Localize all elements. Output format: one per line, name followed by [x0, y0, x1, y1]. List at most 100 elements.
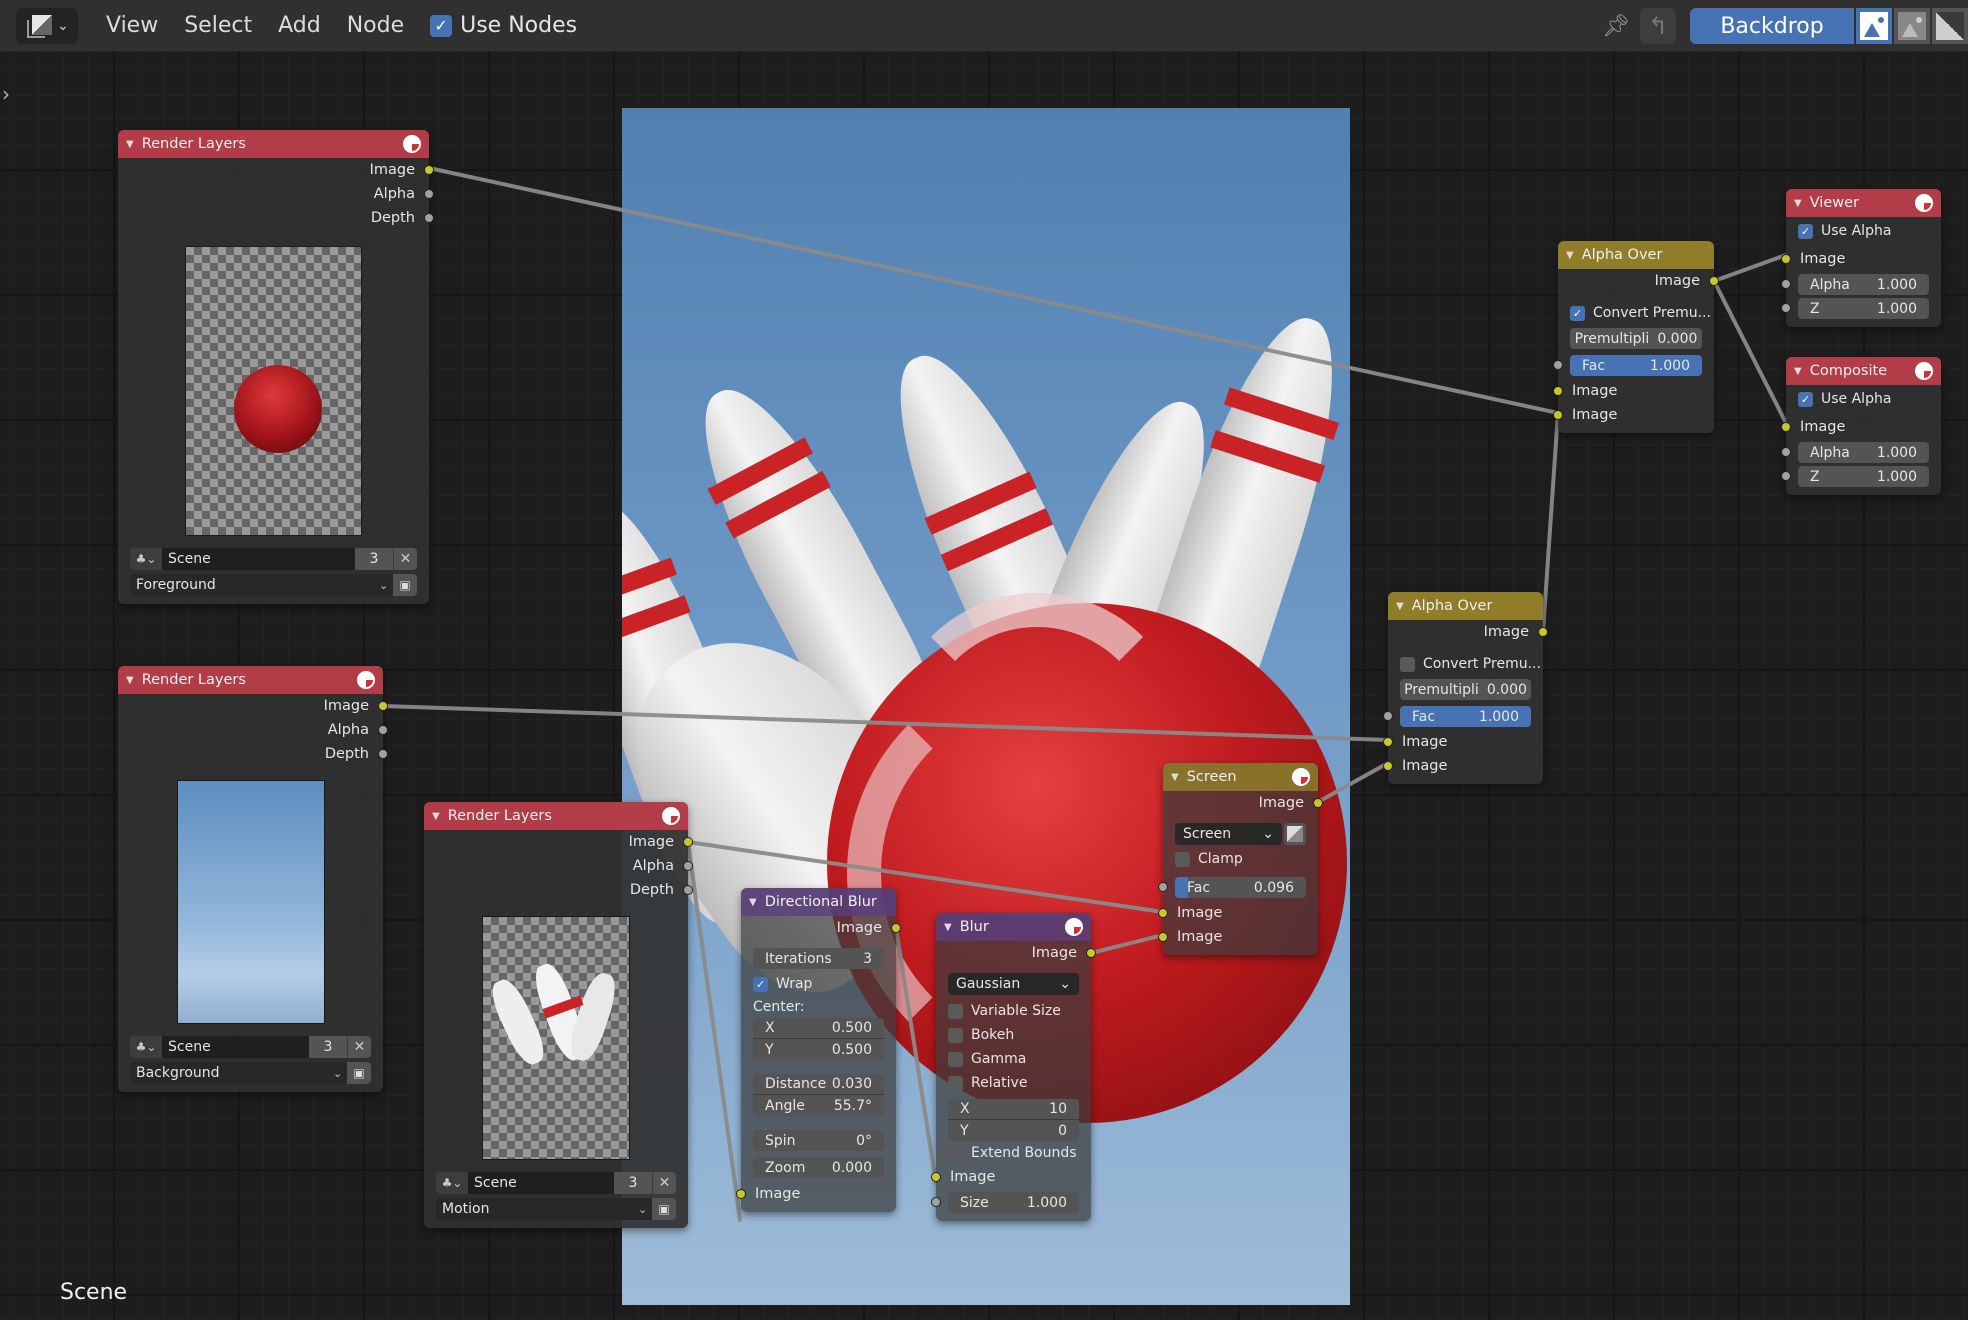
node-header[interactable]: ▼ Render Layers [118, 130, 429, 158]
socket-image[interactable] [1158, 908, 1168, 918]
socket-image[interactable] [1781, 254, 1791, 264]
premultiply-field[interactable]: Premultipli 0.000 [1400, 679, 1531, 700]
node-render-layers-motion[interactable]: ▼ Render Layers Image Alpha Depth ♣⌄ Sce… [424, 802, 693, 1228]
unlink-scene-icon[interactable]: ✕ [652, 1172, 676, 1194]
iterations-field[interactable]: Iterations 3 [753, 948, 884, 969]
socket-depth[interactable] [683, 885, 693, 895]
node-viewer[interactable]: ▼ Viewer ✓ Use Alpha Image Alpha 1.000 Z 1.… [1781, 189, 1941, 327]
premultiply-field[interactable]: Premultipli 0.000 [1570, 328, 1702, 349]
gamma-checkbox[interactable] [948, 1051, 963, 1067]
use-alpha-checkbox[interactable]: ✓ [1798, 223, 1813, 239]
relative-checkbox[interactable] [948, 1075, 963, 1091]
socket-image[interactable] [891, 923, 901, 933]
menu-select[interactable]: Select [184, 13, 252, 38]
spin-field[interactable]: Spin 0° [753, 1130, 884, 1151]
collapse-triangle-icon[interactable]: ▼ [1171, 772, 1179, 783]
preview-toggle-icon[interactable] [357, 671, 375, 689]
socket-image[interactable] [424, 165, 434, 175]
socket-image[interactable] [931, 1172, 941, 1182]
bokeh-row[interactable]: Bokeh [936, 1023, 1091, 1047]
socket-image[interactable] [378, 701, 388, 711]
collapse-triangle-icon[interactable]: ▼ [126, 675, 134, 686]
blend-mode-dropdown[interactable]: Screen ⌄ [1175, 823, 1282, 845]
scene-users[interactable]: 3 [309, 1036, 347, 1058]
collapse-triangle-icon[interactable]: ▼ [1566, 250, 1574, 261]
node-header[interactable]: ▼ Alpha Over [1558, 241, 1714, 269]
z-field[interactable]: Z 1.000 [1781, 298, 1929, 319]
use-nodes-toggle[interactable]: ✓ Use Nodes [430, 13, 577, 38]
node-alpha-over-lower[interactable]: ▼ Alpha Over Image Convert Premu... Prem… [1383, 592, 1548, 784]
relative-row[interactable]: Relative [936, 1071, 1091, 1095]
socket-depth[interactable] [378, 749, 388, 759]
scene-users[interactable]: 3 [614, 1172, 652, 1194]
zoom-field[interactable]: Zoom 0.000 [753, 1157, 884, 1178]
preview-toggle-icon[interactable] [1292, 768, 1310, 786]
socket-image[interactable] [1553, 410, 1563, 420]
node-header[interactable]: ▼ Blur [936, 913, 1091, 941]
collapse-triangle-icon[interactable]: ▼ [1794, 198, 1802, 209]
node-alpha-over-upper[interactable]: ▼ Alpha Over Image ✓ Convert Premu... Pre… [1553, 241, 1719, 433]
socket-image[interactable] [736, 1189, 746, 1199]
scene-name[interactable]: Scene [162, 548, 355, 570]
pin-icon[interactable]: 📌︎ [1598, 8, 1634, 44]
node-screen-mix[interactable]: ▼ Screen Image Screen ⌄ Clamp Fac 0.096 I… [1158, 763, 1323, 955]
alpha-field[interactable]: Alpha 1.000 [1781, 442, 1929, 463]
scene-name[interactable]: Scene [468, 1172, 614, 1194]
convert-premul-checkbox[interactable]: ✓ [1570, 305, 1585, 321]
node-header[interactable]: ▼ Render Layers [424, 802, 688, 830]
view-layer-selector[interactable]: Motion ⌄ ▣ [436, 1198, 676, 1220]
gamma-row[interactable]: Gamma [936, 1047, 1091, 1071]
node-header[interactable]: ▼ Alpha Over [1388, 592, 1543, 620]
socket-fac[interactable] [1158, 882, 1168, 892]
scene-selector[interactable]: ♣⌄ Scene 3 ✕ [436, 1172, 676, 1194]
socket-alpha[interactable] [424, 189, 434, 199]
parent-node-button[interactable]: ↰ [1640, 8, 1676, 44]
collapse-triangle-icon[interactable]: ▼ [944, 922, 952, 933]
socket-image[interactable] [1781, 422, 1791, 432]
render-layer-icon[interactable]: ▣ [347, 1062, 371, 1084]
use-alpha-row[interactable]: ✓ Use Alpha [1786, 219, 1941, 243]
bokeh-checkbox[interactable] [948, 1027, 963, 1043]
scene-icon[interactable]: ♣⌄ [130, 1036, 162, 1058]
collapse-triangle-icon[interactable]: ▼ [749, 897, 757, 908]
socket-image[interactable] [1313, 798, 1323, 808]
view-layer-selector[interactable]: Foreground ⌄ ▣ [130, 574, 417, 596]
menu-add[interactable]: Add [278, 13, 321, 38]
variable-size-checkbox[interactable] [948, 1003, 963, 1019]
socket-alpha[interactable] [378, 725, 388, 735]
scene-selector[interactable]: ♣⌄ Scene 3 ✕ [130, 1036, 371, 1058]
wrap-checkbox-row[interactable]: ✓ Wrap [741, 972, 896, 996]
socket-fac[interactable] [1383, 711, 1393, 721]
node-header[interactable]: ▼ Composite [1786, 357, 1941, 385]
preview-toggle-icon[interactable] [403, 135, 421, 153]
convert-premul-row[interactable]: ✓ Convert Premu... [1558, 301, 1714, 325]
menu-view[interactable]: View [106, 13, 158, 38]
socket-image[interactable] [683, 837, 693, 847]
clamp-row[interactable]: Clamp [1163, 847, 1318, 871]
backdrop-alpha-button[interactable] [1894, 8, 1930, 44]
extend-bounds-row[interactable]: Extend Bounds [936, 1141, 1091, 1165]
alpha-field[interactable]: Alpha 1.000 [1781, 274, 1929, 295]
view-layer-name[interactable]: Motion [436, 1198, 638, 1220]
clamp-checkbox[interactable] [1175, 851, 1190, 867]
socket-image[interactable] [1086, 948, 1096, 958]
center-x-field[interactable]: X 0.500 [753, 1018, 884, 1039]
backdrop-color-button[interactable] [1932, 8, 1968, 44]
preview-toggle-icon[interactable] [1915, 362, 1933, 380]
socket-image[interactable] [1538, 627, 1548, 637]
node-render-layers-foreground[interactable]: ▼ Render Layers Image Alpha Depth ♣⌄ Sce… [118, 130, 434, 604]
editor-type-button[interactable]: ⌄ [16, 7, 78, 44]
socket-alpha[interactable] [683, 861, 693, 871]
fac-slider[interactable]: Fac 0.096 [1158, 877, 1306, 898]
use-alpha-toggle-icon[interactable] [1284, 823, 1306, 845]
fac-slider[interactable]: Fac 1.000 [1553, 355, 1702, 376]
wrap-checkbox[interactable]: ✓ [753, 976, 768, 992]
menu-node[interactable]: Node [347, 13, 404, 38]
socket-alpha[interactable] [1781, 447, 1791, 457]
z-field[interactable]: Z 1.000 [1781, 466, 1929, 487]
use-alpha-row[interactable]: ✓ Use Alpha [1786, 387, 1941, 411]
unlink-scene-icon[interactable]: ✕ [393, 548, 417, 570]
scene-name[interactable]: Scene [162, 1036, 309, 1058]
node-directional-blur[interactable]: ▼ Directional Blur Image Iterations 3 ✓ Wr… [736, 888, 901, 1212]
convert-premul-row[interactable]: Convert Premu... [1388, 652, 1543, 676]
